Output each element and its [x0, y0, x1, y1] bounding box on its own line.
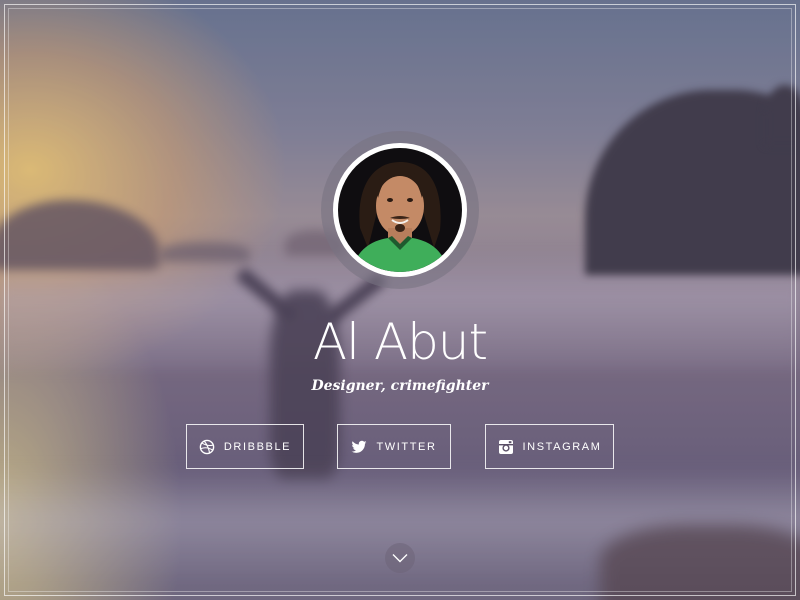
profile-landing-page: Al Abut Designer, crimefighter DRIBBBLE …	[0, 0, 800, 600]
twitter-button[interactable]: TWITTER	[337, 424, 451, 469]
twitter-icon	[351, 439, 367, 455]
chevron-down-icon	[392, 554, 408, 563]
scroll-down-button[interactable]	[385, 543, 415, 573]
dribbble-button[interactable]: DRIBBBLE	[186, 424, 304, 469]
avatar-ring	[321, 131, 479, 289]
dribbble-label: DRIBBBLE	[223, 440, 292, 453]
profile-tagline: Designer, crimefighter	[311, 378, 489, 394]
background-beach-photo	[0, 0, 800, 600]
dribbble-icon	[199, 439, 215, 455]
instagram-label: INSTAGRAM	[522, 440, 602, 453]
instagram-icon	[498, 439, 514, 455]
twitter-label: TWITTER	[376, 440, 437, 453]
avatar	[333, 143, 467, 277]
profile-name: Al Abut	[312, 313, 488, 371]
avatar-photo	[338, 148, 462, 272]
instagram-button[interactable]: INSTAGRAM	[485, 424, 614, 469]
